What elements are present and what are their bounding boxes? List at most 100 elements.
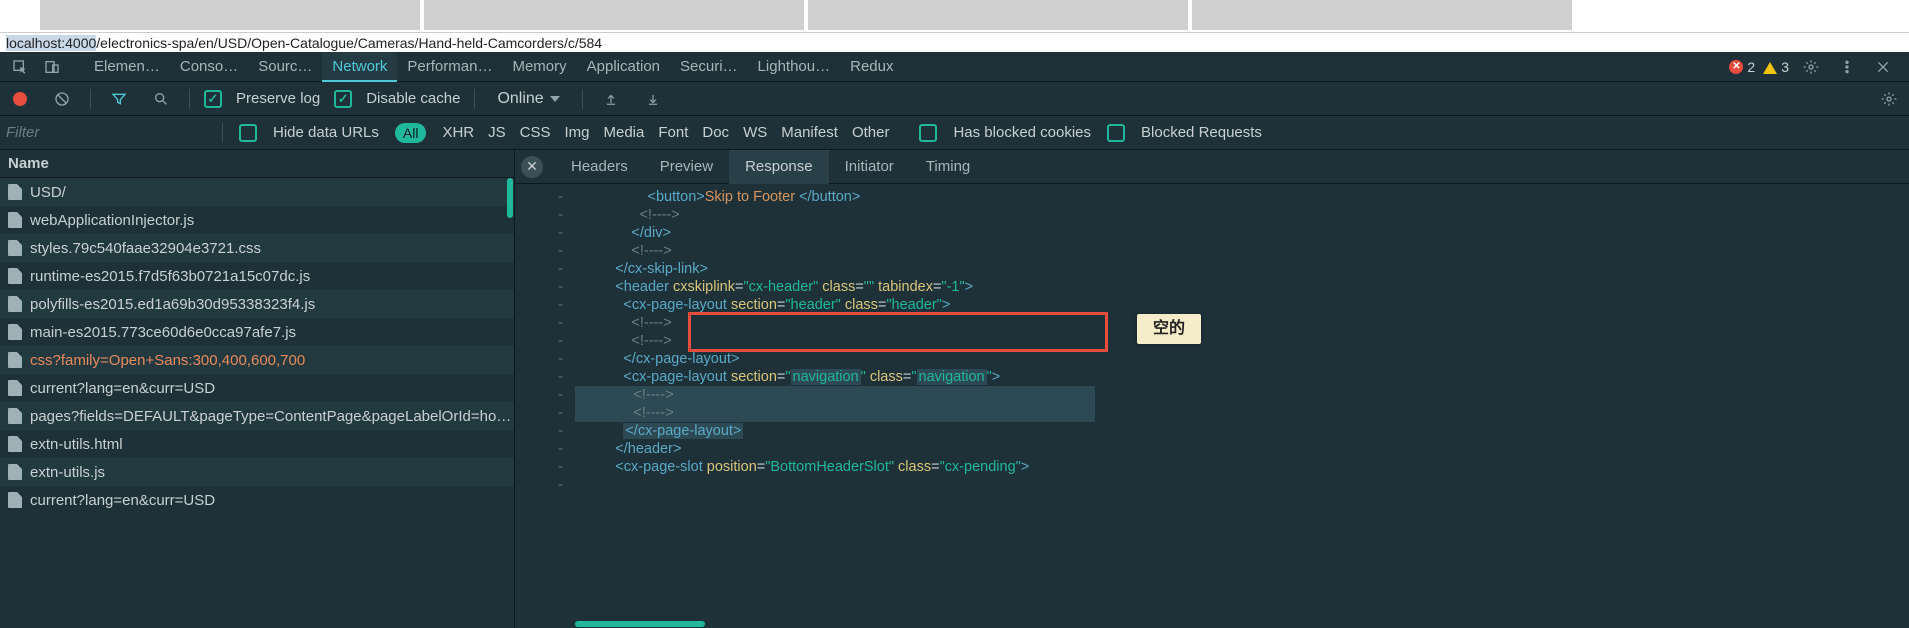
more-icon[interactable] [1833,55,1861,79]
filter-input[interactable] [6,122,206,144]
download-icon[interactable] [639,87,667,111]
scrollbar-thumb[interactable] [507,178,513,218]
code-text: </header> [575,440,1909,458]
request-name: extn-utils.html [30,436,123,453]
code-text: <cx-page-layout section="navigation" cla… [575,368,1909,386]
request-row[interactable]: current?lang=en&curr=USD [0,374,514,402]
preserve-log-checkbox[interactable] [204,90,222,108]
name-column-header[interactable]: Name [0,150,514,178]
devtools: Elemen… Conso… Sourc… Network Performan…… [0,52,1909,628]
request-row[interactable]: pages?fields=DEFAULT&pageType=ContentPag… [0,402,514,430]
request-name: USD/ [30,184,66,201]
tab-elements[interactable]: Elemen… [84,52,170,82]
type-filter-all[interactable]: All [395,123,427,143]
type-filter-doc[interactable]: Doc [702,124,729,141]
gutter: - [515,242,575,260]
type-filter-font[interactable]: Font [658,124,688,141]
tab-console[interactable]: Conso… [170,52,248,82]
divider [90,89,91,109]
throttling-select[interactable]: Online [489,88,567,110]
tab-timing[interactable]: Timing [910,150,986,184]
tab-redux[interactable]: Redux [840,52,903,82]
disable-cache-checkbox[interactable] [334,90,352,108]
request-row[interactable]: extn-utils.js [0,458,514,486]
gutter: - [515,314,575,332]
tab-response[interactable]: Response [729,150,829,184]
devtools-tabs-row: Elemen… Conso… Sourc… Network Performan…… [0,52,1909,82]
code-text: <!----> [575,314,1909,332]
code-line: - <!----> [515,404,1909,422]
request-name: css?family=Open+Sans:300,400,600,700 [30,352,305,369]
tab-initiator[interactable]: Initiator [829,150,910,184]
gutter: - [515,260,575,278]
thumb [808,0,1188,30]
divider [222,123,223,143]
request-row[interactable]: current?lang=en&curr=USD [0,486,514,514]
tab-preview[interactable]: Preview [644,150,729,184]
gutter: - [515,278,575,296]
close-icon[interactable] [1869,55,1897,79]
request-row[interactable]: runtime-es2015.f7d5f63b0721a15c07dc.js [0,262,514,290]
blocked-requests-checkbox[interactable] [1107,124,1125,142]
tab-network[interactable]: Network [322,52,397,82]
file-icon [8,296,22,312]
type-filter-xhr[interactable]: XHR [442,124,474,141]
clear-button[interactable] [48,87,76,111]
disable-cache-label: Disable cache [366,90,460,107]
type-filter-css[interactable]: CSS [520,124,551,141]
error-count[interactable]: ✕2 [1729,59,1755,75]
tab-lighthouse[interactable]: Lighthou… [748,52,841,82]
settings-icon[interactable] [1797,55,1825,79]
code-text: </div> [575,224,1909,242]
has-blocked-cookies-checkbox[interactable] [919,124,937,142]
hide-data-urls-checkbox[interactable] [239,124,257,142]
response-body[interactable]: - <button>Skip to Footer </button>- <!--… [515,184,1909,628]
upload-icon[interactable] [597,87,625,111]
tab-performance[interactable]: Performan… [397,52,502,82]
tab-application[interactable]: Application [577,52,670,82]
requests-list[interactable]: USD/webApplicationInjector.jsstyles.79c5… [0,178,514,628]
thumb [424,0,804,30]
type-filter-ws[interactable]: WS [743,124,767,141]
tab-headers[interactable]: Headers [555,150,644,184]
tab-memory[interactable]: Memory [502,52,576,82]
gutter: - [515,476,575,494]
tab-security[interactable]: Securi… [670,52,748,82]
request-row[interactable]: styles.79c540faae32904e3721.css [0,234,514,262]
type-filter-img[interactable]: Img [564,124,589,141]
tab-sources[interactable]: Sourc… [248,52,322,82]
device-toggle-icon[interactable] [38,55,66,79]
scrollbar-thumb[interactable] [575,621,705,627]
network-toolbar: Preserve log Disable cache Online [0,82,1909,116]
inspect-element-icon[interactable] [6,55,34,79]
warning-count[interactable]: 3 [1763,59,1789,75]
type-filter-other[interactable]: Other [852,124,890,141]
request-row[interactable]: webApplicationInjector.js [0,206,514,234]
request-row[interactable]: main-es2015.773ce60d6e0cca97afe7.js [0,318,514,346]
code-text: <!----> [575,206,1909,224]
close-detail-button[interactable]: ✕ [521,156,543,178]
type-filter-manifest[interactable]: Manifest [781,124,838,141]
request-row[interactable]: extn-utils.html [0,430,514,458]
request-row[interactable]: polyfills-es2015.ed1a69b30d95338323f4.js [0,290,514,318]
code-text: <cx-page-slot position="BottomHeaderSlot… [575,458,1909,476]
divider [582,89,583,109]
code-line: - <!----> [515,314,1909,332]
code-line: - <cx-page-layout section="header" class… [515,296,1909,314]
chevron-down-icon [550,96,560,102]
request-row[interactable]: USD/ [0,178,514,206]
file-icon [8,408,22,424]
type-filter-js[interactable]: JS [488,124,506,141]
record-button[interactable] [6,87,34,111]
code-line: - <cx-page-layout section="navigation" c… [515,368,1909,386]
url-path: /electronics-spa/en/USD/Open-Catalogue/C… [96,35,602,51]
code-text: <header cxskiplink="cx-header" class="" … [575,278,1909,296]
type-filter-media[interactable]: Media [604,124,645,141]
network-settings-icon[interactable] [1875,87,1903,111]
file-icon [8,324,22,340]
request-row[interactable]: css?family=Open+Sans:300,400,600,700 [0,346,514,374]
thumb [40,0,420,30]
search-icon[interactable] [147,87,175,111]
code-line: - </div> [515,224,1909,242]
filter-icon[interactable] [105,87,133,111]
